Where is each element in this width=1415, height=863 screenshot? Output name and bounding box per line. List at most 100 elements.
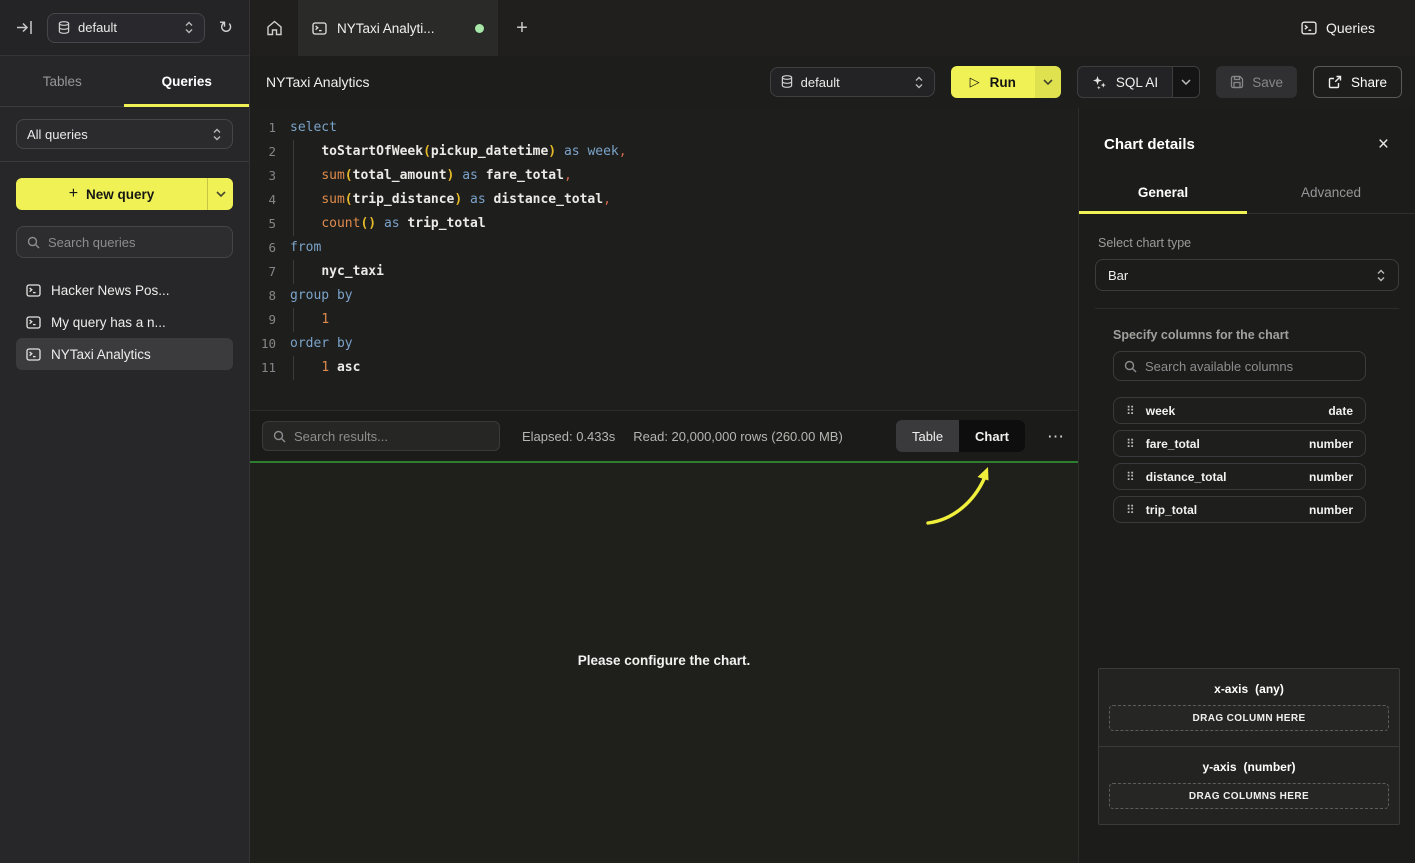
query-filter: All queries xyxy=(0,107,249,162)
axis-drop-zone[interactable]: DRAG COLUMN HERE xyxy=(1109,705,1389,731)
toggle-chart[interactable]: Chart xyxy=(959,420,1025,452)
tab-tables[interactable]: Tables xyxy=(0,56,125,106)
line-number: 11 xyxy=(250,356,276,380)
sidebar: Tables Queries All queries + New query xyxy=(0,56,250,863)
elapsed-stat: Elapsed: 0.433s xyxy=(522,429,615,444)
editor-line: 10order by xyxy=(250,332,1078,356)
column-type: number xyxy=(1309,503,1353,517)
line-number: 1 xyxy=(250,116,276,140)
chart-type-select[interactable]: Bar xyxy=(1095,259,1399,291)
column-pill[interactable]: ⠿ fare_total number xyxy=(1113,430,1366,457)
chevron-updown-icon xyxy=(1376,269,1386,282)
sidebar-query-item[interactable]: My query has a n... xyxy=(16,306,233,338)
tab-queries[interactable]: Queries xyxy=(125,56,250,106)
topbar-left: default ↻ xyxy=(0,0,250,56)
column-type: date xyxy=(1328,404,1353,418)
tab-general[interactable]: General xyxy=(1079,172,1247,213)
line-number: 9 xyxy=(250,308,276,332)
home-tab[interactable] xyxy=(250,0,298,56)
query-tab[interactable]: NYTaxi Analyti... xyxy=(298,0,498,56)
chart-type-label: Select chart type xyxy=(1098,236,1415,250)
search-icon xyxy=(273,430,286,443)
share-button[interactable]: Share xyxy=(1313,66,1402,98)
terminal-icon xyxy=(26,316,41,329)
query-item-label: Hacker News Pos... xyxy=(51,283,170,298)
query-item-label: NYTaxi Analytics xyxy=(51,347,151,362)
close-icon[interactable]: × xyxy=(1378,135,1389,154)
results-search xyxy=(262,421,500,451)
sidebar-query-item[interactable]: NYTaxi Analytics xyxy=(16,338,233,370)
query-filter-select[interactable]: All queries xyxy=(16,119,233,149)
column-pill[interactable]: ⠿ week date xyxy=(1113,397,1366,424)
more-options-icon[interactable]: ⋯ xyxy=(1047,428,1064,445)
drag-handle-icon[interactable]: ⠿ xyxy=(1126,437,1135,451)
column-name: trip_total xyxy=(1146,503,1197,517)
view-toggle: Table Chart xyxy=(896,420,1025,452)
active-tab-underline xyxy=(1079,211,1247,214)
run-button[interactable]: ▷ Run xyxy=(951,66,1061,98)
play-icon: ▷ xyxy=(970,74,980,90)
line-number: 7 xyxy=(250,260,276,284)
read-stat: Read: 20,000,000 rows (260.00 MB) xyxy=(633,429,843,444)
panel-title: Chart details xyxy=(1104,136,1195,153)
panel-tabs: General Advanced xyxy=(1079,172,1415,214)
new-query-button[interactable]: + New query xyxy=(16,178,233,210)
toggle-table[interactable]: Table xyxy=(896,420,959,452)
column-pill[interactable]: ⠿ distance_total number xyxy=(1113,463,1366,490)
tab-title: NYTaxi Analyti... xyxy=(337,21,465,36)
sidebar-query-item[interactable]: Hacker News Pos... xyxy=(16,274,233,306)
page-title: NYTaxi Analytics xyxy=(266,74,369,90)
editor-line: 9 1 xyxy=(250,308,1078,332)
chart-details-panel: Chart details × General Advanced Select … xyxy=(1078,108,1415,863)
column-pill[interactable]: ⠿ trip_total number xyxy=(1113,496,1366,523)
editor-line: 2 toStartOfWeek(pickup_datetime) as week… xyxy=(250,140,1078,164)
axis-section: y-axis(number) DRAG COLUMNS HERE xyxy=(1099,746,1399,824)
query-search-input[interactable] xyxy=(48,235,222,250)
sql-ai-dropdown[interactable] xyxy=(1172,67,1199,97)
tab-advanced[interactable]: Advanced xyxy=(1247,172,1415,213)
database-selector[interactable]: default xyxy=(47,13,205,43)
line-number: 5 xyxy=(250,212,276,236)
share-label: Share xyxy=(1351,75,1387,90)
query-filter-value: All queries xyxy=(27,127,88,142)
drag-handle-icon[interactable]: ⠿ xyxy=(1126,404,1135,418)
refresh-icon[interactable]: ↻ xyxy=(219,18,233,38)
columns-label: Specify columns for the chart xyxy=(1113,328,1415,342)
columns-search-input[interactable] xyxy=(1145,359,1355,374)
plus-icon: + xyxy=(69,185,78,203)
chevron-updown-icon xyxy=(184,21,194,34)
home-icon xyxy=(266,20,283,36)
chart-placeholder-message: Please configure the chart. xyxy=(250,653,1078,668)
drag-handle-icon[interactable]: ⠿ xyxy=(1126,503,1135,517)
column-type: number xyxy=(1309,470,1353,484)
new-tab-button[interactable]: + xyxy=(498,0,546,56)
results-search-input[interactable] xyxy=(294,429,489,444)
chart-canvas: Please configure the chart. xyxy=(250,461,1078,863)
query-search xyxy=(16,226,233,258)
axis-drop-zone[interactable]: DRAG COLUMNS HERE xyxy=(1109,783,1389,809)
line-number: 6 xyxy=(250,236,276,260)
line-number: 8 xyxy=(250,284,276,308)
save-button[interactable]: Save xyxy=(1216,66,1297,98)
new-query-dropdown[interactable] xyxy=(207,178,233,210)
tabstrip: NYTaxi Analyti... + Queries xyxy=(250,0,1415,56)
run-database-selector[interactable]: default xyxy=(770,67,935,97)
new-query-label: New query xyxy=(86,187,154,202)
queries-menu-button[interactable]: Queries xyxy=(1301,0,1415,56)
queries-menu-label: Queries xyxy=(1326,20,1375,36)
search-icon xyxy=(27,236,40,249)
terminal-icon xyxy=(26,348,41,361)
plus-icon: + xyxy=(516,17,528,40)
run-dropdown[interactable] xyxy=(1035,66,1061,98)
sql-ai-button[interactable]: SQL AI xyxy=(1077,66,1200,98)
sql-editor[interactable]: 1select2 toStartOfWeek(pickup_datetime) … xyxy=(250,108,1078,410)
collapse-sidebar-icon[interactable] xyxy=(16,20,33,35)
axis-name: y-axis xyxy=(1202,760,1236,774)
column-name: fare_total xyxy=(1146,437,1200,451)
editor-line: 7 nyc_taxi xyxy=(250,260,1078,284)
unsaved-dot xyxy=(475,24,484,33)
line-number: 10 xyxy=(250,332,276,356)
results-toolbar: Elapsed: 0.433s Read: 20,000,000 rows (2… xyxy=(250,410,1078,461)
divider xyxy=(1095,308,1399,309)
drag-handle-icon[interactable]: ⠿ xyxy=(1126,470,1135,484)
